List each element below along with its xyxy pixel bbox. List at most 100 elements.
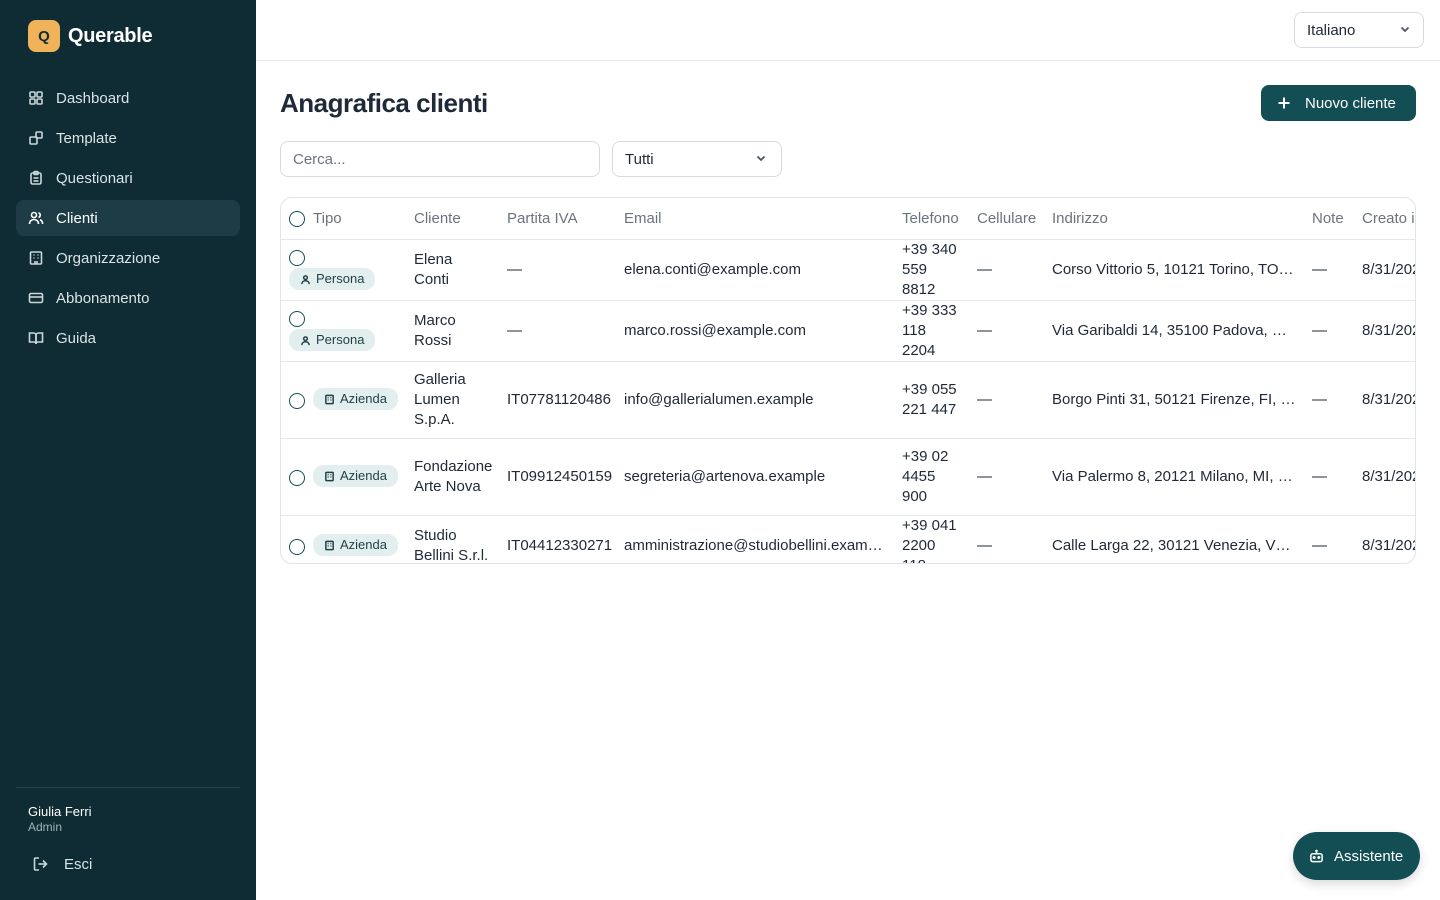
cell-cellulare: — (969, 239, 1044, 301)
cell-indirizzo: Via Palermo 8, 20121 Milano, MI, Italia (1044, 438, 1304, 516)
sidebar: Q Querable Dashboard Template Questionar… (0, 0, 256, 900)
column-header-tipo[interactable]: Tipo (281, 198, 406, 240)
sidebar-item-abbonamento[interactable]: Abbonamento (16, 280, 240, 316)
app-name: Querable (68, 24, 153, 47)
sidebar-item-label: Guida (56, 329, 97, 347)
table-row[interactable]: Azienda Fondazione Arte Nova IT099124501… (281, 438, 1415, 516)
cell-telefono: +39 02 4455 900 (894, 438, 969, 516)
user-icon (301, 274, 310, 284)
sidebar-item-label: Abbonamento (56, 289, 150, 307)
cell-cliente: Studio Bellini S.r.l. (414, 526, 489, 564)
row-select-radio[interactable] (289, 469, 305, 486)
type-badge: Azienda (313, 465, 398, 488)
sidebar-item-questionari[interactable]: Questionari (16, 160, 240, 196)
language-select[interactable]: Italiano (1294, 12, 1424, 48)
cell-note: — (1312, 536, 1327, 554)
cell-indirizzo: Calle Larga 22, 30121 Venezia, VE, Itali… (1052, 536, 1304, 554)
cell-email: amministrazione@studiobellini.example (624, 536, 888, 554)
row-select-radio[interactable] (289, 250, 305, 267)
app-logo: Q (28, 20, 60, 52)
brand[interactable]: Q Querable (28, 20, 153, 52)
building-icon (325, 471, 334, 482)
building-icon (28, 250, 44, 266)
column-header-creato-il[interactable]: Creato il (1354, 198, 1415, 240)
sidebar-item-guida[interactable]: Guida (16, 320, 240, 356)
cell-partita-iva: IT09912450159 (499, 438, 616, 516)
cell-creato: 8/31/2025 (1354, 300, 1415, 362)
row-select-radio[interactable] (289, 538, 305, 555)
cell-cellulare: — (969, 300, 1044, 362)
cell-creato: 8/31/2025 (1362, 536, 1415, 554)
select-all-radio[interactable] (289, 210, 305, 227)
page-title: Anagrafica clienti (280, 88, 488, 118)
cell-partita-iva: — (499, 300, 616, 362)
language-value: Italiano (1307, 21, 1356, 39)
filter-value: Tutti (625, 150, 654, 168)
credit-card-icon (28, 290, 44, 306)
assistant-button[interactable]: Assistente (1293, 832, 1420, 880)
users-icon (28, 210, 44, 226)
cell-email: marco.rossi@example.com (616, 300, 894, 362)
column-header-telefono[interactable]: Telefono (894, 198, 969, 240)
cell-partita-iva: IT04412330271 (507, 536, 613, 554)
grid-icon (28, 90, 44, 106)
column-header-indirizzo[interactable]: Indirizzo (1044, 198, 1304, 240)
column-header-cliente[interactable]: Cliente (406, 198, 499, 240)
table-row[interactable]: Persona Elena Conti — elena.conti@exampl… (281, 239, 1415, 301)
cell-telefono: +39 055 221 447 (894, 361, 969, 439)
row-select-radio[interactable] (289, 392, 305, 409)
cell-telefono: +39 333 118 2204 (894, 300, 969, 362)
sidebar-item-label: Dashboard (56, 89, 130, 107)
sidebar-item-label: Organizzazione (56, 249, 161, 267)
sidebar-nav: Dashboard Template Questionari Clienti O… (16, 80, 240, 360)
cell-indirizzo: Borgo Pinti 31, 50121 Firenze, FI, Itali… (1044, 361, 1304, 439)
cell-indirizzo: Corso Vittorio 5, 10121 Torino, TO, Ital… (1044, 239, 1304, 301)
topbar: Italiano (256, 0, 1440, 61)
search-input[interactable] (280, 141, 600, 177)
column-header-note[interactable]: Note (1304, 198, 1354, 240)
sidebar-divider (16, 787, 240, 788)
assistant-label: Assistente (1334, 847, 1404, 865)
logout-icon (33, 857, 48, 871)
type-badge: Azienda (313, 388, 398, 411)
cell-cellulare: — (969, 361, 1044, 439)
cell-note: — (1304, 361, 1354, 439)
cell-creato: 8/31/2025 (1354, 239, 1415, 301)
table-row[interactable]: Azienda Galleria Lumen S.p.A. IT07781120… (281, 361, 1415, 439)
plus-icon (1278, 97, 1290, 109)
column-header-cellulare[interactable]: Cellulare (969, 198, 1044, 240)
bot-icon (1310, 849, 1323, 862)
cell-creato: 8/31/2025 (1354, 438, 1415, 516)
building-icon (325, 540, 334, 551)
sidebar-item-label: Questionari (56, 169, 133, 187)
table-row[interactable]: Azienda Studio Bellini S.r.l. IT04412330… (281, 515, 1415, 564)
cell-telefono: +39 041 2200 118 (902, 516, 957, 564)
cell-email: segreteria@artenova.example (616, 438, 894, 516)
logout-label: Esci (64, 855, 93, 873)
cell-cliente: Galleria Lumen S.p.A. (406, 361, 499, 439)
cell-cellulare: — (969, 438, 1044, 516)
sidebar-item-template[interactable]: Template (16, 120, 240, 156)
cell-cliente: Marco Rossi (406, 300, 499, 362)
type-badge: Azienda (313, 534, 398, 557)
table-row[interactable]: Persona Marco Rossi — marco.rossi@exampl… (281, 300, 1415, 362)
book-icon (28, 330, 44, 346)
logout-button[interactable]: Esci (32, 855, 92, 873)
cell-note: — (1304, 239, 1354, 301)
type-filter-select[interactable]: Tutti (612, 141, 782, 177)
new-client-button[interactable]: Nuovo cliente (1261, 85, 1416, 121)
column-header-partita-iva[interactable]: Partita IVA (499, 198, 616, 240)
cell-partita-iva: — (499, 239, 616, 301)
user-icon (301, 335, 310, 345)
cell-cliente: Fondazione Arte Nova (406, 438, 499, 516)
sidebar-item-clienti[interactable]: Clienti (16, 200, 240, 236)
new-client-label: Nuovo cliente (1305, 94, 1396, 112)
sidebar-item-label: Clienti (56, 209, 98, 227)
column-header-email[interactable]: Email (616, 198, 894, 240)
cell-cliente: Elena Conti (406, 239, 499, 301)
sidebar-item-organizzazione[interactable]: Organizzazione (16, 240, 240, 276)
sidebar-item-dashboard[interactable]: Dashboard (16, 80, 240, 116)
row-select-radio[interactable] (289, 311, 305, 328)
cell-email: info@gallerialumen.example (616, 361, 894, 439)
building-icon (325, 394, 334, 405)
